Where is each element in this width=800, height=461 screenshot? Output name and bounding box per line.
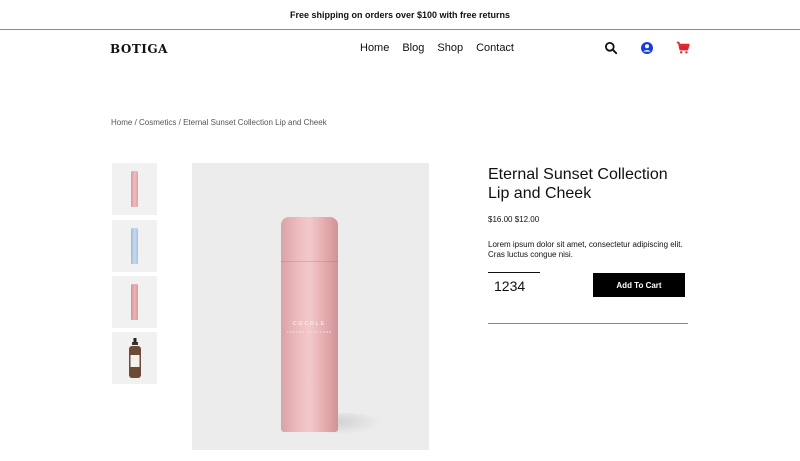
bottle-cap-line xyxy=(281,261,338,262)
breadcrumb-cosmetics[interactable]: Cosmetics xyxy=(139,118,176,127)
thumbnail-bottle-image xyxy=(131,171,138,207)
pump-bottle-image xyxy=(128,338,141,378)
bottle-subtext: LUXURY SKIN CARE xyxy=(286,330,333,334)
nav-contact[interactable]: Contact xyxy=(476,42,514,54)
product-title-line-2: Lip and Cheek xyxy=(488,185,592,202)
product-divider xyxy=(488,323,688,324)
thumbnail-bottle-image xyxy=(131,228,138,264)
thumbnail-blue-bottle[interactable] xyxy=(112,220,157,272)
quantity-input[interactable] xyxy=(488,277,540,295)
thumbnail-pink-bottle[interactable] xyxy=(112,163,157,215)
bottle-brand-text: COCOLE xyxy=(292,321,327,327)
site-header: BOTIGA Home Blog Shop Contact xyxy=(0,30,800,70)
thumbnail-pink-bottle-alt[interactable] xyxy=(112,276,157,328)
breadcrumb: Home / Cosmetics / Eternal Sunset Collec… xyxy=(111,118,327,127)
product-price: $16.00 $12.00 xyxy=(488,215,540,224)
main-product-image[interactable]: COCOLE LUXURY SKIN CARE xyxy=(192,163,429,450)
product-title-line-1: Eternal Sunset Collection xyxy=(488,166,668,183)
quantity-underline xyxy=(488,272,540,273)
product-title: Eternal Sunset Collection Lip and Cheek xyxy=(488,165,708,203)
thumbnail-bottle-image xyxy=(131,284,138,320)
breadcrumb-current: Eternal Sunset Collection Lip and Cheek xyxy=(183,118,327,127)
breadcrumb-home[interactable]: Home xyxy=(111,118,132,127)
product-bottle: COCOLE LUXURY SKIN CARE xyxy=(281,217,338,432)
nav-home[interactable]: Home xyxy=(360,42,389,54)
nav-blog[interactable]: Blog xyxy=(402,42,424,54)
product-description: Lorem ipsum dolor sit amet, consectetur … xyxy=(488,240,683,259)
search-icon[interactable] xyxy=(604,41,618,55)
add-to-cart-button[interactable]: Add To Cart xyxy=(593,273,685,297)
announcement-bar: Free shipping on orders over $100 with f… xyxy=(0,0,800,30)
site-logo[interactable]: BOTIGA xyxy=(110,42,168,56)
account-icon[interactable] xyxy=(640,41,654,55)
main-nav: Home Blog Shop Contact xyxy=(360,42,514,54)
announcement-text: Free shipping on orders over $100 with f… xyxy=(289,9,511,20)
thumbnail-pump-bottle[interactable] xyxy=(112,332,157,384)
cart-icon[interactable] xyxy=(676,41,690,55)
nav-shop[interactable]: Shop xyxy=(437,42,463,54)
